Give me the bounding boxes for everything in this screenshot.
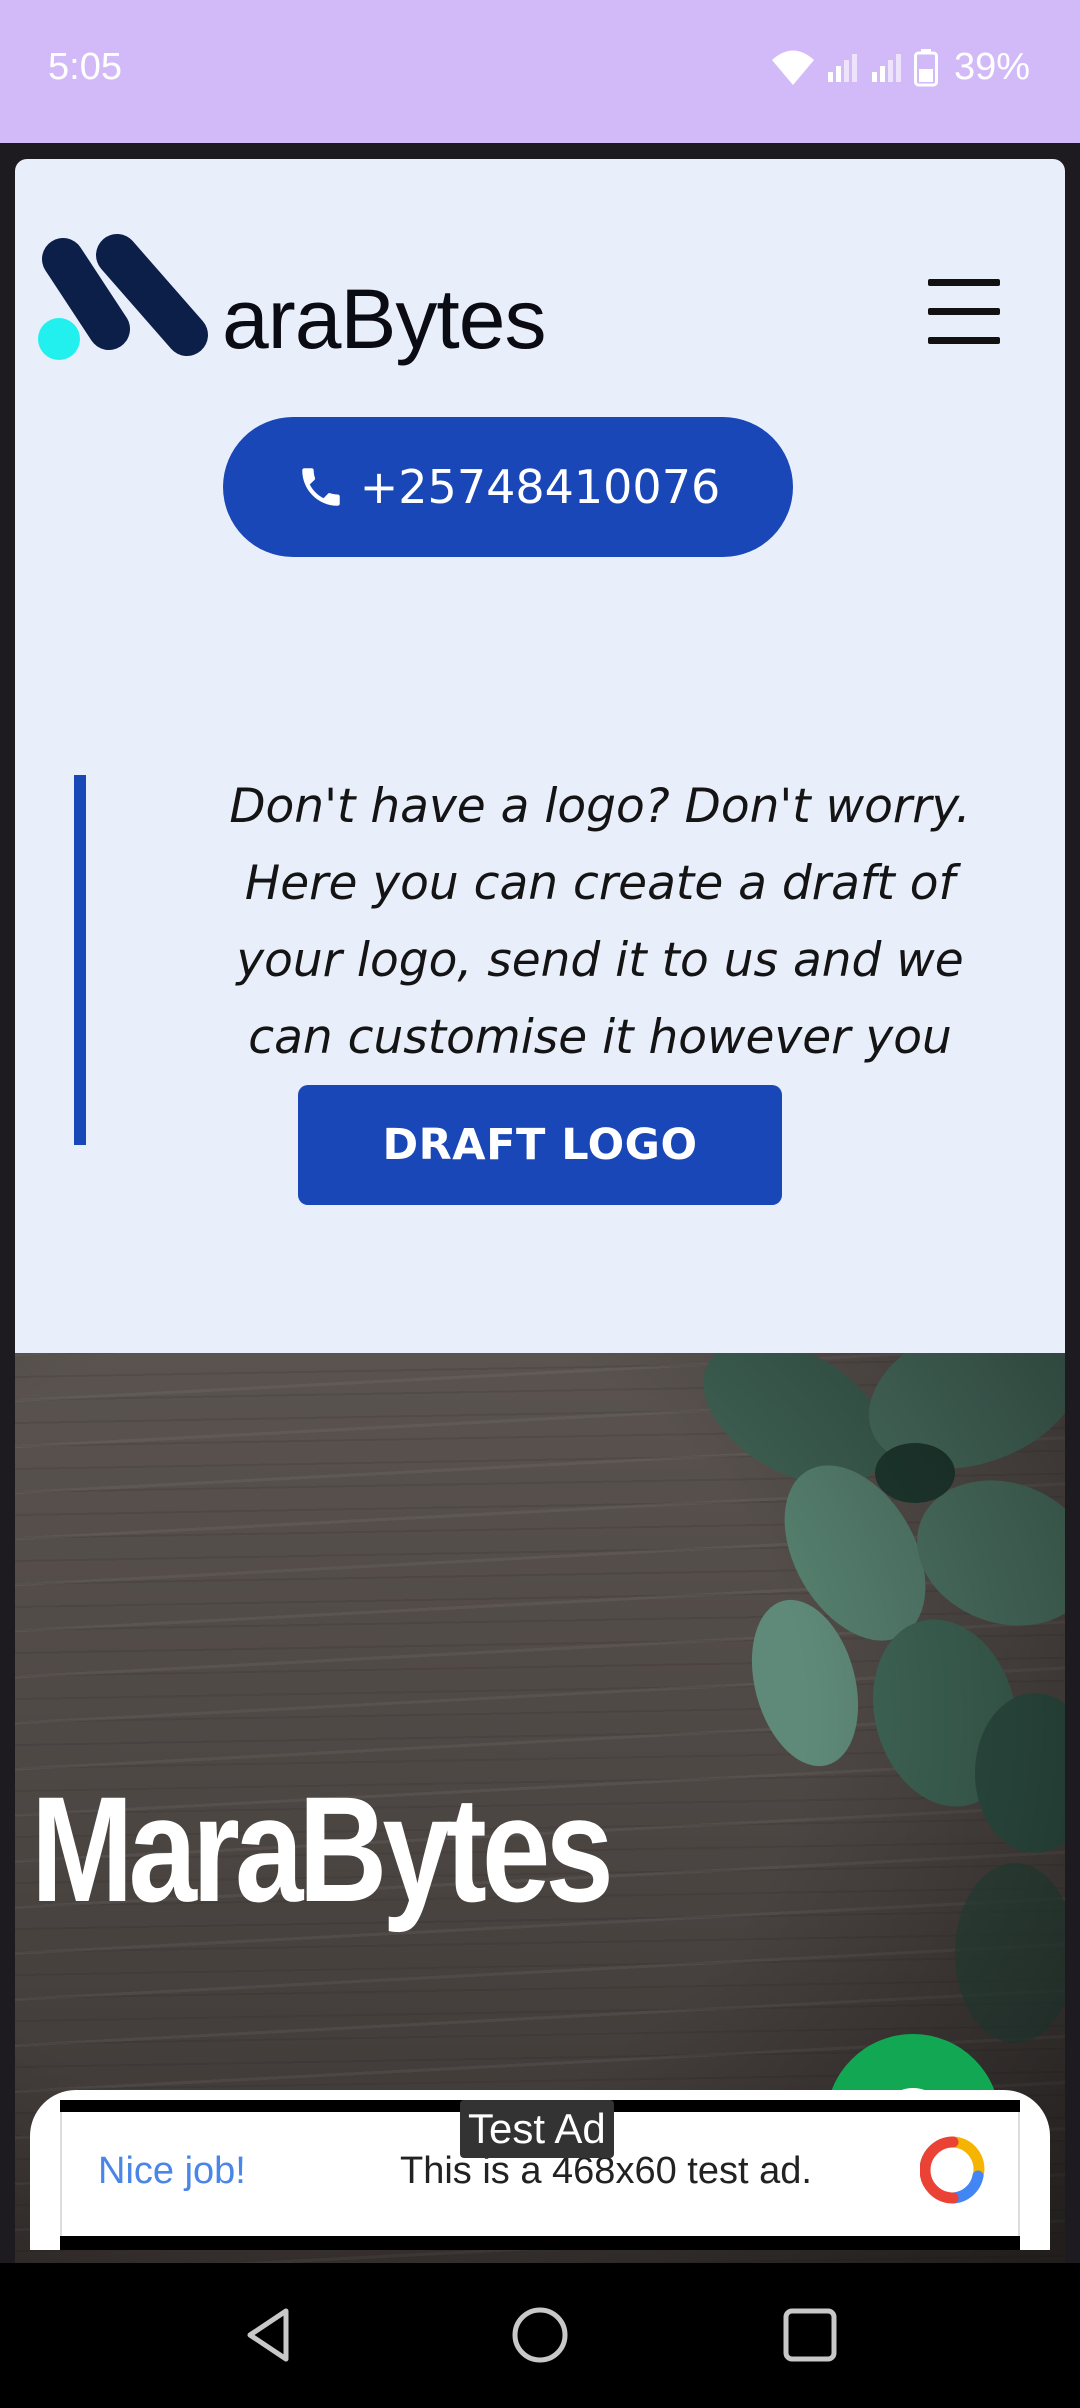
back-icon[interactable] bbox=[236, 2303, 300, 2367]
site-logo[interactable]: araBytes bbox=[37, 229, 597, 369]
battery-icon bbox=[913, 48, 938, 86]
battery-percent: 39% bbox=[953, 46, 1030, 88]
status-icons: 39% bbox=[770, 46, 1030, 89]
home-icon[interactable] bbox=[508, 2303, 572, 2367]
phone-number: +25748410076 bbox=[359, 460, 721, 514]
recents-icon[interactable] bbox=[778, 2303, 842, 2367]
webview: araBytes +25748410076 Don't have a logo?… bbox=[0, 143, 1080, 2263]
hero-title: MaraBytes bbox=[31, 1765, 614, 1933]
page-content: araBytes +25748410076 Don't have a logo?… bbox=[15, 159, 1065, 2263]
hamburger-menu-icon[interactable] bbox=[928, 279, 1000, 345]
draft-logo-button[interactable]: DRAFT LOGO bbox=[298, 1085, 782, 1205]
phone-icon bbox=[302, 468, 340, 506]
ad-logo-icon[interactable] bbox=[920, 2136, 986, 2206]
wifi-icon bbox=[771, 50, 814, 85]
system-nav-bar bbox=[0, 2263, 1080, 2408]
status-bar: 5:05 39% bbox=[0, 0, 1080, 143]
signal-icon bbox=[827, 53, 857, 82]
test-ad-label: Test Ad bbox=[460, 2100, 614, 2158]
signal-icon bbox=[871, 53, 901, 82]
logo-text: araBytes bbox=[222, 272, 546, 366]
phone-call-button[interactable]: +25748410076 bbox=[223, 417, 793, 557]
ad-headline[interactable]: Nice job! bbox=[98, 2150, 246, 2193]
logo-mark-icon bbox=[38, 234, 208, 360]
status-time: 5:05 bbox=[48, 46, 122, 88]
